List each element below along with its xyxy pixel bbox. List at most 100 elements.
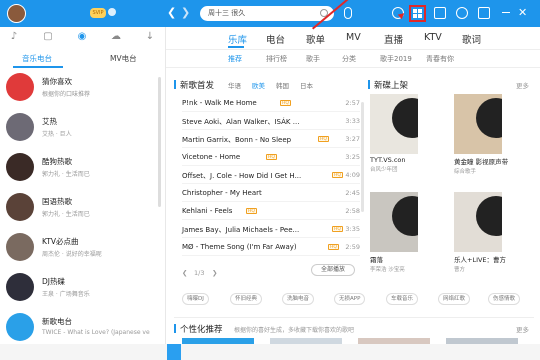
next-page-icon[interactable]: ❯ <box>212 269 217 277</box>
album-card[interactable]: 霜落 李荣浩 沙宝亮 <box>370 192 418 273</box>
chip-lossless[interactable]: 无损APP <box>334 293 366 305</box>
album-card[interactable]: 乐人+LIVE：曹方 曹方 <box>454 192 506 273</box>
close-icon[interactable]: ✕ <box>518 6 527 20</box>
play-all-button[interactable]: 全部播放 <box>311 264 355 276</box>
divider <box>174 317 534 318</box>
chip-classics[interactable]: 怀旧经典 <box>230 293 263 305</box>
song-row[interactable]: Christopher - My Heart 2:45 <box>182 184 360 202</box>
mini-mode-icon[interactable] <box>478 7 490 19</box>
search-input[interactable]: 周十三 很久 <box>208 8 245 19</box>
tab-mv[interactable]: MV <box>346 32 361 43</box>
station-item[interactable]: 猜你喜欢 根据你的口味推荐 <box>0 70 158 108</box>
song-title: Offset、J. Cole - How Did I Get H... <box>182 172 302 180</box>
video-icon[interactable]: ▢ <box>42 31 54 43</box>
tab-lyrics[interactable]: 歌词 <box>462 32 481 46</box>
station-avatar <box>6 273 34 301</box>
new-albums-more-link[interactable]: 更多 <box>516 80 529 90</box>
user-avatar[interactable] <box>7 4 26 23</box>
songs-scrollbar[interactable] <box>361 102 364 212</box>
tab-charts[interactable]: 排行榜 <box>266 54 287 64</box>
hq-badge: HQ <box>280 100 291 106</box>
station-subtitle: TWICE - What is Love? (Japanese ve <box>42 329 150 336</box>
tab-singer-2019[interactable]: 歌手2019 <box>380 54 412 64</box>
tab-categories[interactable]: 分类 <box>342 54 356 64</box>
tab-singers[interactable]: 歌手 <box>306 54 320 64</box>
chip-sad[interactable]: 伤感情歌 <box>488 293 521 305</box>
station-subtitle: 王泉 · 广场舞音乐 <box>42 291 90 298</box>
song-duration: 2:45 <box>345 189 360 197</box>
station-title: 艾热 <box>42 117 57 126</box>
tab-mv-radio[interactable]: MV电台 <box>110 53 137 64</box>
station-item[interactable]: DJ热碟 王泉 · 广场舞音乐 <box>0 270 158 308</box>
song-row[interactable]: Kehlani - Feels HQ 2:58 <box>182 202 360 220</box>
hq-badge: HQ <box>332 226 343 232</box>
station-item[interactable]: 艾热 艾热 · 巨人 <box>0 110 158 148</box>
download-icon[interactable]: ↓ <box>144 31 156 43</box>
album-cover <box>454 192 502 252</box>
album-title: 黄金瞳 影视原声带 <box>454 158 509 166</box>
station-item[interactable]: 国语热歌 郭力礼 · 生活而已 <box>0 190 158 228</box>
section-marker <box>174 324 176 333</box>
message-icon[interactable] <box>434 7 446 19</box>
tab-playlists[interactable]: 歌单 <box>306 32 325 46</box>
left-scrollbar[interactable] <box>158 77 161 207</box>
personal-title: 个性化推荐 <box>180 325 223 335</box>
personal-more-link[interactable]: 更多 <box>516 324 529 334</box>
hq-badge: HQ <box>246 208 257 214</box>
back-arrow-icon[interactable]: ❮ <box>167 6 176 20</box>
forward-arrow-icon[interactable]: ❯ <box>181 6 190 20</box>
prev-page-icon[interactable]: ❮ <box>182 269 187 277</box>
station-item[interactable]: 新歌电台 TWICE - What is Love? (Japanese ve <box>0 310 158 348</box>
new-badge-icon <box>6 313 34 341</box>
svip-badge[interactable]: SVIP <box>90 8 106 18</box>
tab-radio[interactable]: 电台 <box>266 32 285 46</box>
station-title: KTV必点曲 <box>42 237 79 246</box>
song-row[interactable]: James Bay、Julia Michaels - Pee... HQ 3:3… <box>182 220 360 238</box>
chevron-down-icon[interactable] <box>108 8 116 16</box>
chip-car[interactable]: 车载音乐 <box>386 293 419 305</box>
tab-recommend[interactable]: 推荐 <box>228 54 242 64</box>
chip-dj[interactable]: 嗨曝DJ <box>182 293 209 305</box>
station-title: 猜你喜欢 <box>42 77 72 86</box>
station-item[interactable]: 酷狗热歌 郭力礼 · 生活而已 <box>0 150 158 188</box>
song-duration: 2:59 <box>345 243 360 251</box>
song-row[interactable]: Vicetone - Home HQ 3:25 <box>182 148 360 166</box>
radio-icon[interactable]: ◉ <box>76 31 88 43</box>
tab-ktv[interactable]: KTV <box>424 32 442 43</box>
chip-edm[interactable]: 洗脑电音 <box>282 293 315 305</box>
song-row[interactable]: Offset、J. Cole - How Did I Get H... HQ 4… <box>182 166 360 184</box>
station-avatar <box>6 233 34 261</box>
song-row[interactable]: Martin Garrix、Bonn - No Sleep HQ 3:27 <box>182 130 360 148</box>
album-card[interactable]: TYT.VS.con 台风少年团 <box>370 94 418 173</box>
tab-music-radio[interactable]: 音乐电台 <box>22 53 52 64</box>
settings-icon[interactable] <box>456 7 468 19</box>
song-duration: 2:57 <box>345 99 360 107</box>
song-row[interactable]: MØ - Theme Song (I'm Far Away) HQ 2:59 <box>182 238 360 256</box>
minimize-icon[interactable] <box>502 12 510 13</box>
chip-viral[interactable]: 网络红歌 <box>438 293 471 305</box>
album-artist: 台风少年团 <box>370 167 398 173</box>
album-card[interactable]: 黄金瞳 影视原声带 综合歌手 <box>454 94 509 175</box>
hq-badge: HQ <box>266 154 277 160</box>
search-box[interactable]: 周十三 很久 <box>200 6 334 21</box>
hq-badge: HQ <box>328 244 339 250</box>
filter-korean[interactable]: 韩国 <box>276 80 289 90</box>
song-title: P!nk - Walk Me Home <box>182 99 257 107</box>
station-avatar <box>6 153 34 181</box>
song-row[interactable]: P!nk - Walk Me Home HQ 2:57 <box>182 94 360 112</box>
tab-youth[interactable]: 青春有你 <box>426 54 454 64</box>
song-row[interactable]: Steve Aoki、Alan Walker、ISÁK ... 3:33 <box>182 112 360 130</box>
tab-library[interactable]: 乐库 <box>228 32 247 46</box>
cloud-icon[interactable]: ☁ <box>110 31 122 43</box>
music-note-icon[interactable]: ♪ <box>8 31 20 43</box>
filter-chinese[interactable]: 华语 <box>228 80 241 90</box>
station-item[interactable]: KTV必点曲 周杰伦 · 说好的幸福呢 <box>0 230 158 268</box>
top-bar: SVIP ❮ ❯ 周十三 很久 ✕ <box>0 0 540 27</box>
album-artist: 综合歌手 <box>454 169 477 175</box>
mic-icon[interactable] <box>344 7 352 19</box>
filter-western[interactable]: 欧美 <box>252 80 265 90</box>
song-title: James Bay、Julia Michaels - Pee... <box>182 226 300 234</box>
tab-live[interactable]: 直播 <box>384 32 403 46</box>
app-menu-icon[interactable] <box>409 5 426 22</box>
filter-japanese[interactable]: 日本 <box>300 80 313 90</box>
